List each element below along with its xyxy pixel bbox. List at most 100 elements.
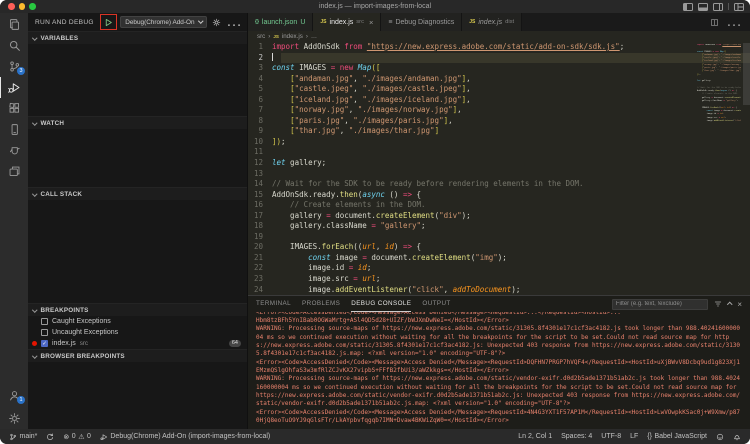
sidebar-title: RUN AND DEBUG — [35, 18, 94, 26]
tab-problems[interactable]: PROBLEMS — [302, 296, 340, 312]
toggle-sidebar-icon[interactable] — [683, 2, 693, 11]
editor-more-actions[interactable]: … — [726, 13, 742, 31]
braces-icon: {} — [647, 433, 652, 440]
eol-status[interactable]: LF — [630, 433, 638, 440]
tab-launch-json[interactable]: {} launch.json U — [248, 13, 314, 31]
status-bar: main* ⊗ 0 ⚠ 0 Debug(Chrome) Add-On (impo… — [0, 429, 750, 444]
code-lines: 1 import AddOnSdk from "https://new.expre… — [248, 42, 750, 295]
breakpoint-caught-exceptions[interactable]: Caught Exceptions — [28, 316, 247, 327]
breadcrumb: src › JS index.js › … — [248, 31, 750, 42]
activity-bar: 3 1 — [0, 13, 28, 429]
warning-icon: ⚠ — [78, 433, 85, 441]
cursor-position-status[interactable]: Ln 2, Col 1 — [518, 433, 552, 440]
tab-index-js-src[interactable]: JS index.js src × — [313, 13, 382, 31]
close-window-button[interactable] — [8, 3, 15, 10]
editor-tabs: {} launch.json U JS index.js src × ≡ Deb… — [248, 13, 750, 31]
editor-scrollbar[interactable] — [743, 43, 750, 105]
accounts-badge: 1 — [17, 396, 25, 404]
javascript-file-icon: JS — [469, 19, 476, 25]
call-stack-section-header[interactable]: CALL STACK — [28, 188, 247, 200]
vscode-window: index.js — import-images-from-local 3 1 — [0, 0, 750, 444]
maximize-panel-icon[interactable] — [727, 302, 733, 308]
code-editor[interactable]: 1 import AddOnSdk from "https://new.expre… — [248, 42, 750, 295]
bottom-panel: TERMINAL PROBLEMS DEBUG CONSOLE OUTPUT ×… — [248, 295, 750, 429]
tab-output[interactable]: OUTPUT — [422, 296, 450, 312]
traffic-lights — [0, 3, 36, 10]
problems-status[interactable]: ⊗ 0 ⚠ 0 — [63, 433, 90, 441]
browser-breakpoints-section-header[interactable]: BROWSER BREAKPOINTS — [28, 350, 247, 362]
minimize-window-button[interactable] — [18, 3, 25, 10]
git-status-untracked: U — [300, 18, 306, 26]
console-output: <Error><Code>AccessDenied</Code><Message… — [256, 312, 741, 424]
console-filter-input[interactable] — [611, 298, 708, 310]
breakpoint-uncaught-exceptions[interactable]: Uncaught Exceptions — [28, 327, 247, 338]
split-editor-icon[interactable] — [710, 18, 719, 27]
call-stack-section: CALL STACK — [28, 187, 247, 303]
browser-windows-icon[interactable] — [0, 161, 28, 182]
accounts-icon[interactable]: 1 — [0, 385, 28, 406]
branch-status[interactable]: main* — [9, 433, 37, 441]
checkbox-unchecked[interactable] — [41, 329, 48, 336]
variables-section-header[interactable]: VARIABLES — [28, 32, 247, 44]
breakpoints-section: BREAKPOINTS Caught Exceptions Uncaught E… — [28, 303, 247, 349]
minimap[interactable]: import AddOnSdk from "https://new.expres… — [697, 44, 741, 123]
tab-index-js-dist[interactable]: JS index.js dist — [462, 13, 523, 31]
chevron-down-icon — [197, 18, 203, 24]
tab-debug-diagnostics[interactable]: ≡ Debug Diagnostics — [381, 13, 463, 31]
watch-section-header[interactable]: WATCH — [28, 117, 247, 129]
breakpoint-line-badge: 64 — [228, 340, 241, 347]
panel-tabs: TERMINAL PROBLEMS DEBUG CONSOLE OUTPUT × — [248, 296, 750, 312]
settings-gear-icon[interactable] — [0, 408, 28, 429]
launch-config-dropdown[interactable]: Debug(Chrome) Add-On — [120, 16, 207, 28]
javascript-file-icon: JS — [273, 34, 279, 39]
breakpoint-index-js[interactable]: ✓ index.js src 64 — [28, 338, 247, 349]
json-file-icon: {} — [255, 19, 259, 25]
breadcrumb-symbol[interactable]: … — [311, 33, 317, 40]
encoding-status[interactable]: UTF-8 — [601, 433, 621, 440]
scm-badge: 3 — [17, 67, 25, 75]
title-bar: index.js — import-images-from-local — [0, 0, 750, 13]
tab-terminal[interactable]: TERMINAL — [256, 296, 291, 312]
indentation-status[interactable]: Spaces: 4 — [561, 433, 592, 440]
breadcrumb-folder[interactable]: src — [257, 33, 265, 40]
checkbox-checked[interactable]: ✓ — [41, 340, 48, 347]
run-and-debug-icon[interactable] — [0, 77, 28, 98]
device-preview-icon[interactable] — [0, 119, 28, 140]
toggle-secondary-sidebar-icon[interactable] — [713, 2, 723, 11]
list-icon: ≡ — [388, 18, 393, 26]
start-debugging-button[interactable] — [100, 14, 118, 30]
javascript-file-icon: JS — [320, 19, 327, 25]
open-launch-json-gear-icon[interactable] — [212, 18, 221, 27]
sync-changes-icon[interactable] — [46, 433, 54, 441]
checkbox-unchecked[interactable] — [41, 318, 48, 325]
filter-options-icon[interactable] — [714, 300, 722, 308]
breakpoint-dot-icon — [32, 341, 37, 346]
browser-breakpoints-section: BROWSER BREAKPOINTS — [28, 349, 247, 429]
error-icon: ⊗ — [63, 433, 70, 441]
hand-tool-icon[interactable] — [0, 140, 28, 161]
breakpoints-section-header[interactable]: BREAKPOINTS — [28, 304, 247, 316]
feedback-icon[interactable] — [716, 433, 724, 441]
variables-section: VARIABLES — [28, 31, 247, 116]
source-control-icon[interactable]: 3 — [0, 56, 28, 77]
breadcrumb-separator: › — [305, 33, 308, 40]
breadcrumb-separator: › — [268, 33, 271, 40]
run-debug-sidebar: RUN AND DEBUG Debug(Chrome) Add-On … VAR… — [28, 13, 248, 429]
toggle-panel-icon[interactable] — [698, 2, 708, 11]
explorer-icon[interactable] — [0, 14, 28, 35]
customize-layout-icon[interactable] — [734, 2, 744, 11]
breadcrumb-file[interactable]: index.js — [282, 33, 303, 40]
views-more-actions[interactable]: … — [226, 13, 242, 31]
close-icon[interactable]: × — [369, 18, 373, 27]
zoom-window-button[interactable] — [29, 3, 36, 10]
search-icon[interactable] — [0, 35, 28, 56]
watch-section: WATCH — [28, 116, 247, 187]
notifications-bell-icon[interactable] — [733, 433, 741, 441]
extensions-icon[interactable] — [0, 98, 28, 119]
titlebar-separator — [728, 3, 729, 10]
debug-target-status[interactable]: Debug(Chrome) Add-On (import-images-from… — [100, 433, 270, 441]
language-mode-status[interactable]: {} Babel JavaScript — [647, 433, 707, 440]
close-panel-icon[interactable]: × — [737, 300, 742, 309]
tab-debug-console[interactable]: DEBUG CONSOLE — [351, 296, 412, 312]
window-title: index.js — import-images-from-local — [318, 3, 432, 10]
